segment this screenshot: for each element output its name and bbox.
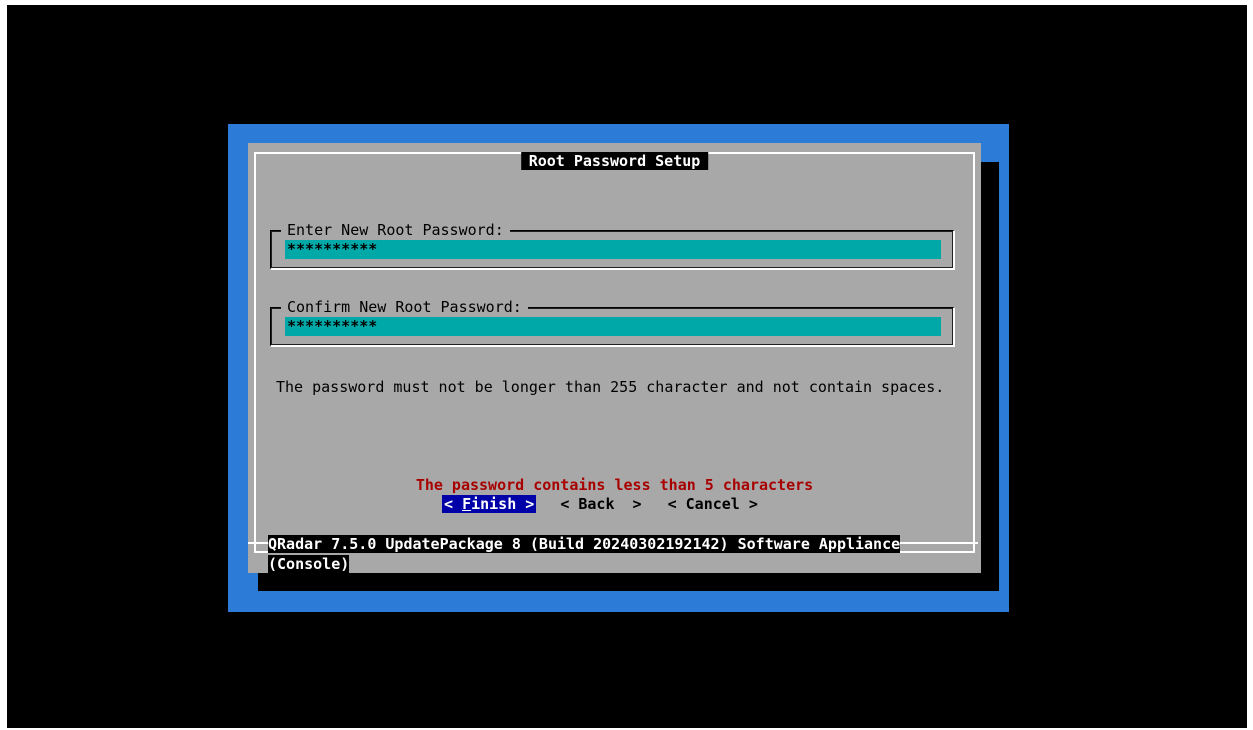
root-password-dialog: Root Password Setup Enter New Root Passw…	[248, 143, 981, 573]
new-password-label: Enter New Root Password:	[281, 221, 510, 239]
button-row: < Finish > < Back > < Cancel >	[442, 495, 782, 513]
confirm-password-input[interactable]	[285, 317, 941, 336]
footer-version-text: QRadar 7.5.0 UpdatePackage 8 (Build 2024…	[268, 535, 901, 553]
finish-button-rest: inish >	[471, 495, 535, 513]
footer-role-text: (Console)	[268, 555, 350, 573]
finish-hotkey: F	[462, 495, 472, 513]
dialog-title: Root Password Setup	[520, 152, 709, 170]
new-password-input[interactable]	[285, 240, 941, 259]
back-button[interactable]: < Back >	[558, 495, 643, 513]
new-password-group: Enter New Root Password:	[270, 221, 955, 270]
footer-status: QRadar 7.5.0 UpdatePackage 8 (Build 2024…	[268, 534, 988, 574]
confirm-password-label: Confirm New Root Password:	[281, 298, 528, 316]
finish-button-prefix: <	[444, 495, 463, 513]
password-help-text: The password must not be longer than 255…	[276, 378, 945, 396]
finish-button[interactable]: < Finish >	[442, 495, 537, 513]
password-error-message: The password contains less than 5 charac…	[415, 476, 814, 494]
confirm-password-group: Confirm New Root Password:	[270, 298, 955, 347]
cancel-button[interactable]: < Cancel >	[666, 495, 760, 513]
